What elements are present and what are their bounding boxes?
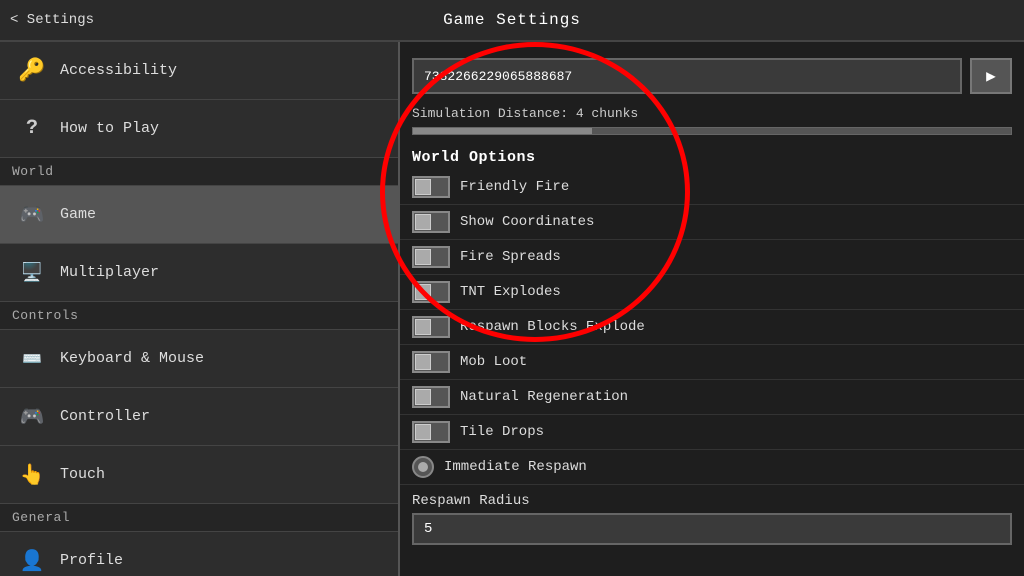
sidebar-profile-label: Profile (60, 552, 123, 569)
sidebar-item-profile[interactable]: 👤 Profile (0, 532, 398, 576)
tnt-explodes-label: TNT Explodes (460, 284, 561, 300)
content-area: ▶ Simulation Distance: 4 chunks World Op… (400, 42, 1024, 576)
toggle-row-tile-drops: Tile Drops (400, 415, 1024, 450)
sidebar: 🔑 Accessibility ? How to Play World 🎮 Ga… (0, 42, 400, 576)
controller-icon: 🎮 (16, 401, 48, 433)
sidebar-item-touch[interactable]: 👆 Touch (0, 446, 398, 504)
sidebar-how-to-play-label: How to Play (60, 120, 159, 137)
game-icon: 🎮 (16, 199, 48, 231)
main-layout: 🔑 Accessibility ? How to Play World 🎮 Ga… (0, 42, 1024, 576)
sidebar-item-how-to-play[interactable]: ? How to Play (0, 100, 398, 158)
sidebar-section-world: World (0, 158, 398, 186)
toggle-row-fire-spreads: Fire Spreads (400, 240, 1024, 275)
immediate-respawn-radio[interactable] (412, 456, 434, 478)
respawn-radius-input[interactable] (412, 513, 1012, 545)
respawn-radius-label: Respawn Radius (400, 485, 1024, 513)
toggle-row-show-coordinates: Show Coordinates (400, 205, 1024, 240)
sidebar-item-multiplayer[interactable]: 🖥️ Multiplayer (0, 244, 398, 302)
sidebar-section-controls: Controls (0, 302, 398, 330)
title-bar: < Settings Game Settings (0, 0, 1024, 42)
page-title: Game Settings (0, 11, 1024, 29)
show-coordinates-label: Show Coordinates (460, 214, 594, 230)
respawn-blocks-explode-toggle[interactable] (412, 316, 450, 338)
sidebar-accessibility-label: Accessibility (60, 62, 177, 79)
sim-distance-slider[interactable] (412, 127, 1012, 135)
back-button[interactable]: < Settings (10, 12, 94, 28)
sidebar-keyboard-label: Keyboard & Mouse (60, 350, 204, 367)
show-coordinates-toggle[interactable] (412, 211, 450, 233)
mob-loot-toggle[interactable] (412, 351, 450, 373)
tile-drops-label: Tile Drops (460, 424, 544, 440)
world-options-label: World Options (400, 141, 1024, 170)
fire-spreads-toggle[interactable] (412, 246, 450, 268)
mob-loot-label: Mob Loot (460, 354, 527, 370)
seed-row: ▶ (400, 50, 1024, 102)
radio-inner (418, 462, 428, 472)
sidebar-multiplayer-label: Multiplayer (60, 264, 159, 281)
back-label: < Settings (10, 12, 94, 28)
sim-distance-fill (413, 128, 592, 134)
tnt-explodes-toggle[interactable] (412, 281, 450, 303)
friendly-fire-toggle[interactable] (412, 176, 450, 198)
sidebar-item-controller[interactable]: 🎮 Controller (0, 388, 398, 446)
toggle-row-tnt-explodes: TNT Explodes (400, 275, 1024, 310)
sim-distance-label: Simulation Distance: 4 chunks (400, 102, 1024, 125)
touch-icon: 👆 (16, 459, 48, 491)
natural-regeneration-toggle[interactable] (412, 386, 450, 408)
sidebar-item-accessibility[interactable]: 🔑 Accessibility (0, 42, 398, 100)
question-icon: ? (16, 113, 48, 145)
natural-regeneration-label: Natural Regeneration (460, 389, 628, 405)
toggle-row-natural-regeneration: Natural Regeneration (400, 380, 1024, 415)
toggle-row-respawn-blocks-explode: Respawn Blocks Explode (400, 310, 1024, 345)
keyboard-icon: ⌨️ (16, 343, 48, 375)
sidebar-item-game[interactable]: 🎮 Game (0, 186, 398, 244)
profile-icon: 👤 (16, 545, 48, 576)
seed-arrow-button[interactable]: ▶ (970, 58, 1012, 94)
fire-spreads-label: Fire Spreads (460, 249, 561, 265)
sidebar-game-label: Game (60, 206, 96, 223)
sidebar-section-general: General (0, 504, 398, 532)
respawn-blocks-explode-label: Respawn Blocks Explode (460, 319, 645, 335)
immediate-respawn-label: Immediate Respawn (444, 459, 587, 475)
friendly-fire-label: Friendly Fire (460, 179, 569, 195)
sidebar-item-keyboard-mouse[interactable]: ⌨️ Keyboard & Mouse (0, 330, 398, 388)
key-icon: 🔑 (16, 55, 48, 87)
tile-drops-toggle[interactable] (412, 421, 450, 443)
seed-input[interactable] (412, 58, 962, 94)
sidebar-touch-label: Touch (60, 466, 105, 483)
toggle-row-mob-loot: Mob Loot (400, 345, 1024, 380)
immediate-respawn-row: Immediate Respawn (400, 450, 1024, 485)
multiplayer-icon: 🖥️ (16, 257, 48, 289)
sidebar-controller-label: Controller (60, 408, 150, 425)
toggle-row-friendly-fire: Friendly Fire (400, 170, 1024, 205)
